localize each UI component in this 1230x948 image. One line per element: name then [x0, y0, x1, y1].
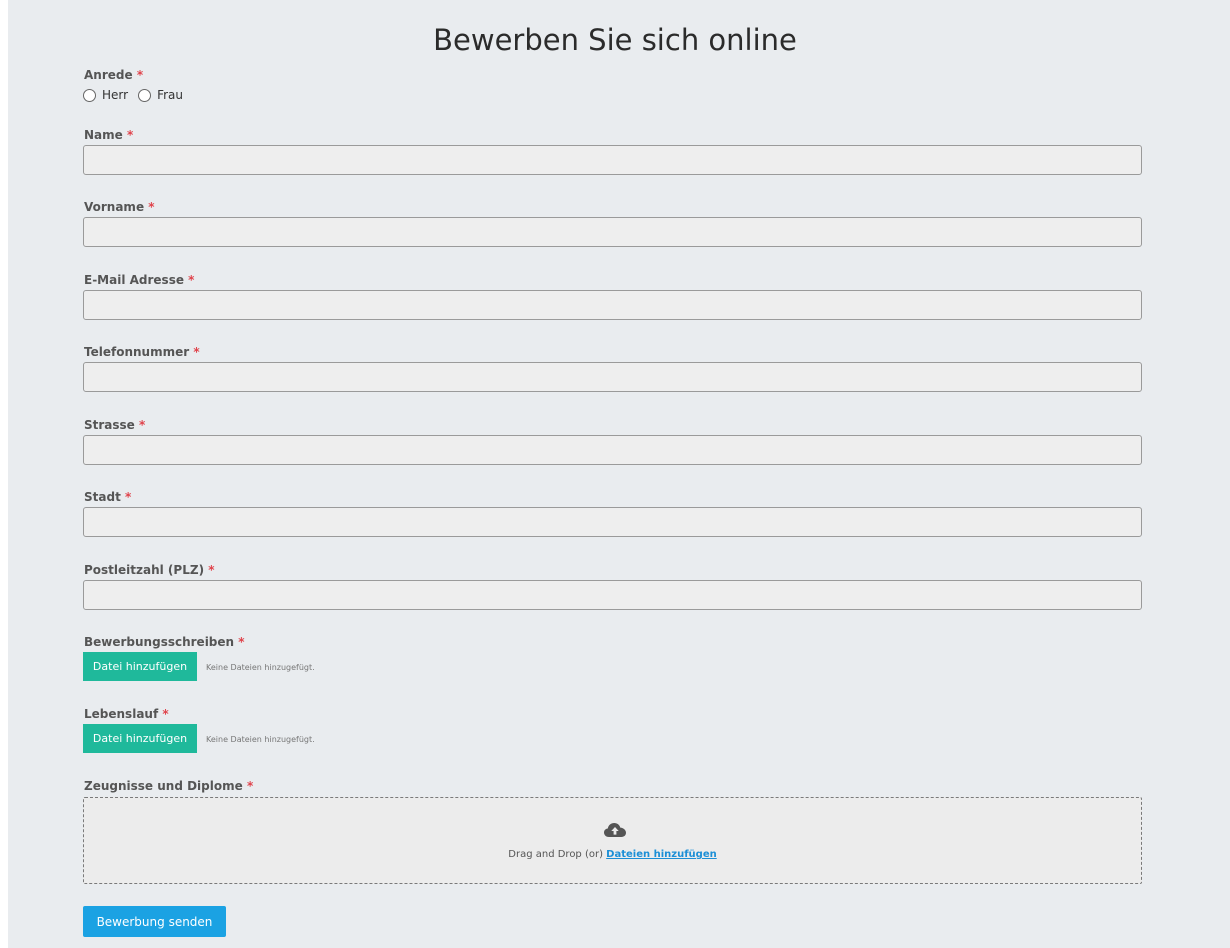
required-mark: * [139, 418, 146, 432]
zeugnisse-label: Zeugnisse und Diplome * [84, 778, 253, 794]
name-label: Name * [84, 127, 133, 143]
email-label-text: E-Mail Adresse [84, 273, 184, 287]
plz-input[interactable] [83, 580, 1142, 610]
plz-label-text: Postleitzahl (PLZ) [84, 563, 205, 577]
required-mark: * [193, 345, 200, 359]
radio-frau[interactable] [138, 88, 152, 102]
radio-herr[interactable] [83, 88, 96, 102]
required-mark: * [136, 68, 144, 82]
stadt-label: Stadt * [84, 489, 131, 505]
radio-herr-label[interactable]: Herr [102, 88, 128, 102]
file-dropzone[interactable]: Drag and Drop (or) Dateien hinzufügen [83, 797, 1142, 884]
required-mark: * [148, 200, 155, 214]
stadt-label-text: Stadt [84, 490, 121, 504]
plz-label: Postleitzahl (PLZ) * [84, 562, 215, 578]
required-mark: * [208, 563, 215, 577]
anschreiben-upload-button[interactable]: Datei hinzufügen [83, 652, 197, 681]
page-title: Bewerben Sie sich online [433, 23, 797, 57]
anschreiben-label-text: Bewerbungsschreiben [84, 635, 235, 649]
strasse-label-text: Strasse [84, 418, 135, 432]
name-input[interactable] [83, 145, 1142, 175]
lebenslauf-label-text: Lebenslauf [84, 707, 159, 721]
vorname-label: Vorname * [84, 199, 155, 215]
telefon-label: Telefonnummer * [84, 344, 200, 360]
vorname-input[interactable] [83, 217, 1142, 247]
vorname-label-text: Vorname [84, 200, 145, 214]
telefon-label-text: Telefonnummer [84, 345, 190, 359]
required-mark: * [246, 779, 254, 793]
required-mark: * [238, 635, 245, 649]
cloud-upload-icon [604, 823, 626, 837]
submit-button[interactable]: Bewerbung senden [83, 906, 226, 937]
zeugnisse-label-text: Zeugnisse und Diplome [84, 779, 243, 793]
strasse-input[interactable] [83, 435, 1142, 465]
dropzone-text: Drag and Drop (or) Dateien hinzufügen [84, 848, 1141, 862]
anrede-label-text: Anrede [84, 68, 133, 82]
email-input[interactable] [83, 290, 1142, 320]
name-label-text: Name [84, 128, 123, 142]
lebenslauf-upload-button[interactable]: Datei hinzufügen [83, 724, 197, 753]
dropzone-add-files-link[interactable]: Dateien hinzufügen [606, 849, 717, 860]
email-label: E-Mail Adresse * [84, 272, 194, 288]
anschreiben-file-status: Keine Dateien hinzugefügt. [206, 663, 315, 672]
required-mark: * [188, 273, 195, 287]
anrede-radio-group: Herr Frau [83, 87, 193, 103]
telefon-input[interactable] [83, 362, 1142, 392]
anrede-label: Anrede * [84, 67, 143, 83]
required-mark: * [125, 490, 132, 504]
required-mark: * [162, 707, 169, 721]
required-mark: * [126, 128, 134, 142]
radio-frau-label[interactable]: Frau [157, 88, 183, 102]
lebenslauf-label: Lebenslauf * [84, 706, 169, 722]
strasse-label: Strasse * [84, 417, 145, 433]
dropzone-instruction: Drag and Drop (or) [508, 849, 607, 860]
anschreiben-label: Bewerbungsschreiben * [84, 634, 245, 650]
lebenslauf-file-status: Keine Dateien hinzugefügt. [206, 735, 315, 744]
stadt-input[interactable] [83, 507, 1142, 537]
